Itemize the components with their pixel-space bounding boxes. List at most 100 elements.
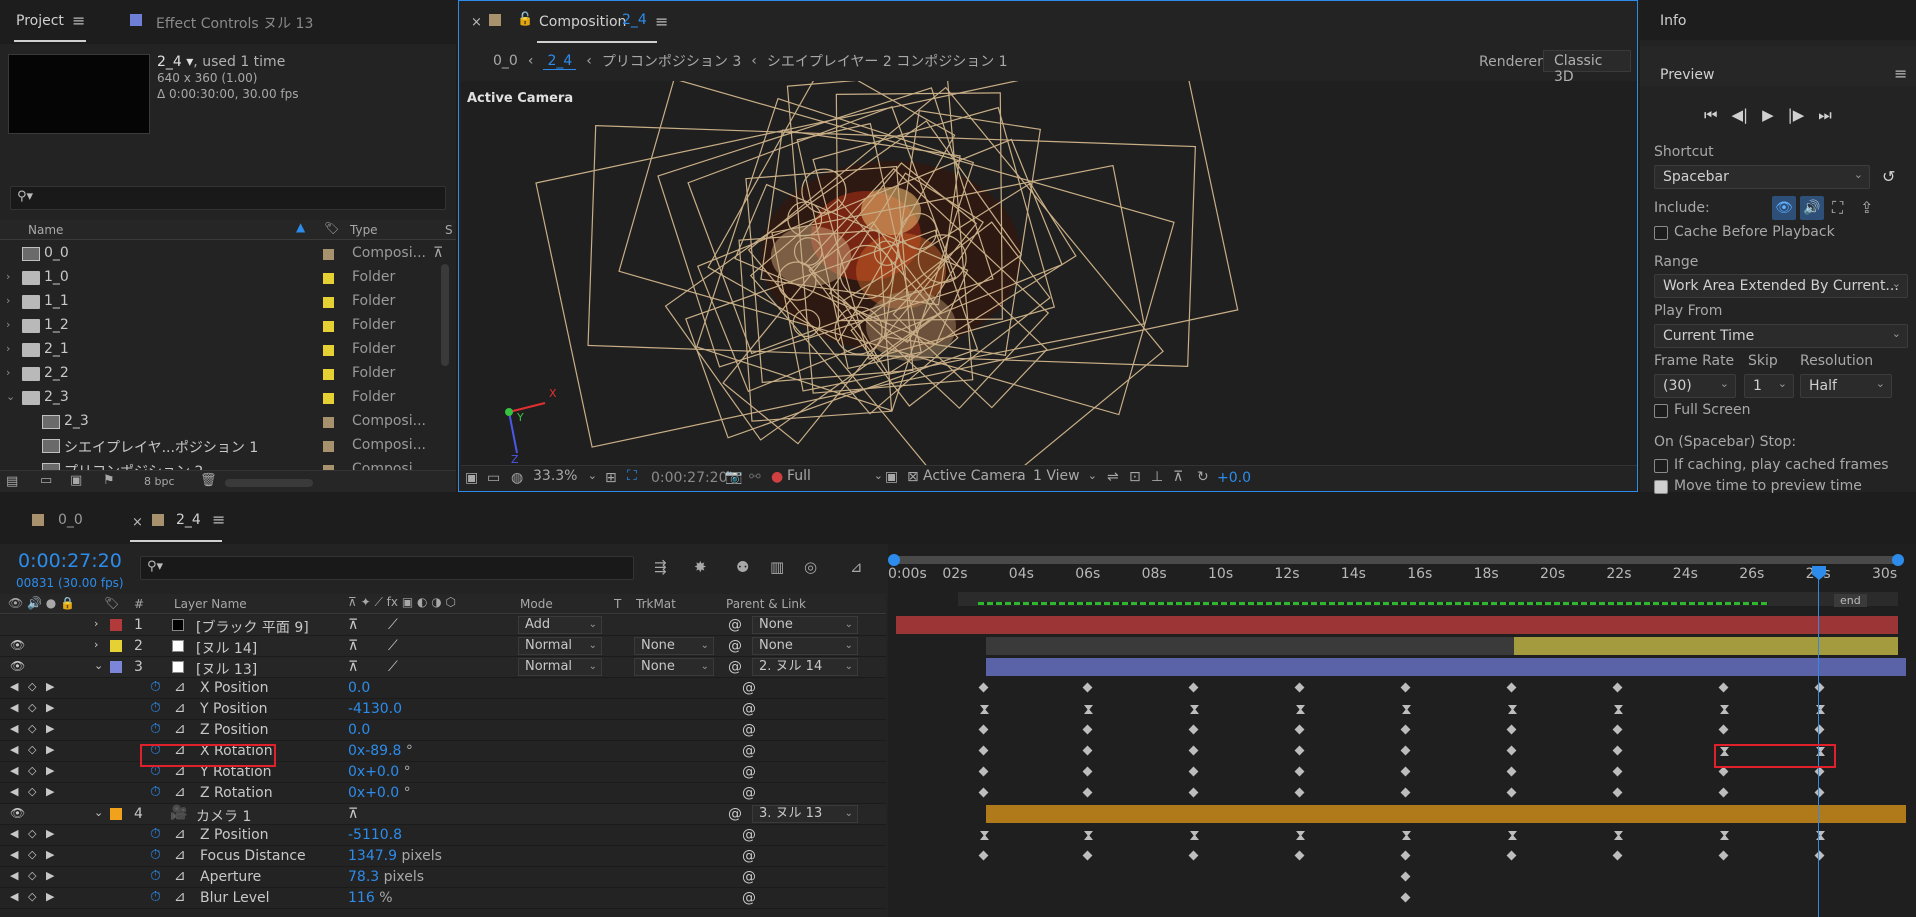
eye-icon[interactable]: 👁 [10,638,25,652]
pick-whip-icon[interactable]: @ [728,806,742,822]
keyframe[interactable] [1082,766,1093,777]
camera-dropdown[interactable]: Active Camera ⌄ [923,468,1027,488]
keyframe[interactable] [1400,682,1411,693]
shortcut-dropdown[interactable]: Spacebar ⌄ [1654,165,1870,189]
new-comp-icon[interactable]: ▣ [70,473,82,488]
shy-switch-icon[interactable]: ⊼ [348,617,358,633]
property-value-main[interactable]: 0x [348,764,365,780]
layer-row[interactable]: 👁 › 2 [ヌル 14] ⊼ ⟋ Normal ⌄ None ⌄ @ None ⌄ [0,636,886,657]
project-item[interactable]: 0_0 Composi... [0,242,440,266]
eye-icon[interactable]: 👁 [10,659,25,673]
include-overlays-icon[interactable]: ⛶ [1832,198,1843,218]
include-passthrough-icon[interactable]: ⇪ [1860,198,1873,217]
property-value-main[interactable]: 116 [348,890,375,906]
project-item[interactable]: 2_3 Composi... [0,410,440,434]
tab-composition-label[interactable]: Composition [539,14,626,30]
keyframe[interactable] [1400,871,1411,882]
next-keyframe-icon[interactable]: ▶ [46,722,54,735]
col-name[interactable]: Name [28,223,63,237]
crumb-3[interactable]: シエイプレイヤー 2 コンポジション 1 [767,51,1008,71]
keyframe[interactable] [1400,892,1411,903]
col-trkmat[interactable]: TrkMat [636,597,676,611]
keyframe[interactable] [1814,724,1825,735]
trkmat-dropdown[interactable]: None ⌄ [634,658,714,676]
crumb-0[interactable]: 0_0 [493,53,518,69]
panel-menu-icon[interactable]: ≡ [655,12,668,31]
property-value-main[interactable]: 0x [348,743,365,759]
range-dropdown[interactable]: Work Area Extended By Current... ⌄ [1654,274,1908,298]
parent-dropdown[interactable]: None ⌄ [752,616,858,634]
graph-icon[interactable]: ⊿ [174,784,186,800]
property-value[interactable]: 0.0 [348,722,370,738]
full-screen-checkbox[interactable] [1654,404,1668,418]
reset-exposure-icon[interactable]: ↻ [1197,469,1209,485]
fast-previews-icon[interactable]: ▣ [885,469,898,485]
previous-keyframe-icon[interactable]: ◀ [10,764,18,777]
project-item[interactable]: › 1_0 Folder [0,266,440,290]
crumb-1[interactable]: 2_4 [543,53,577,70]
tab-effect-controls[interactable]: Effect Controls ヌル 13 [156,13,313,33]
graph-icon[interactable]: ⊿ [174,700,186,716]
last-frame-icon[interactable]: ⏭ [1818,106,1832,124]
add-keyframe-icon[interactable]: ◇ [28,785,36,798]
play-from-dropdown[interactable]: Current Time ⌄ [1654,324,1908,348]
property-row[interactable]: ◀ ◇ ▶ ⏱ ⊿ Z Rotation 0x+0.0 ° @ [0,783,886,804]
keyframe[interactable] [980,831,989,840]
pick-whip-icon[interactable]: @ [728,617,742,633]
trash-icon[interactable]: 🗑 [200,473,217,488]
next-keyframe-icon[interactable]: ▶ [46,869,54,882]
keyframe[interactable] [1402,705,1411,714]
keyframe[interactable] [1508,705,1517,714]
project-item[interactable]: › 1_1 Folder [0,290,440,314]
label-color-swatch[interactable] [110,661,122,673]
property-value-sub[interactable]: +0.0 [365,785,399,801]
property-row[interactable]: ◀ ◇ ▶ ⏱ ⊿ X Rotation 0x-89.8 ° @ [0,741,886,762]
property-value[interactable]: 78.3 pixels [348,869,424,885]
label-color-swatch[interactable] [323,321,334,332]
property-value-main[interactable]: 0.0 [348,680,370,696]
pick-whip-icon[interactable]: @ [728,638,742,654]
previous-frame-icon[interactable]: ◀| [1732,106,1749,124]
quality-switch-icon[interactable]: ⟋ [388,659,398,675]
transparency-grid-icon[interactable]: ⊠ [907,469,919,485]
label-color-swatch[interactable] [323,297,334,308]
graph-icon[interactable]: ⊿ [174,826,186,842]
property-value[interactable]: 0x+0.0 ° [348,764,411,780]
mask-visibility-icon[interactable]: ◍ [511,470,523,486]
reset-icon[interactable]: ↺ [1882,167,1895,186]
property-value-main[interactable]: 1347.9 [348,848,397,864]
pick-whip-icon[interactable]: @ [742,785,756,801]
project-item[interactable]: シエイプレイヤ...ポジション 1 Composi... [0,434,440,458]
keyframe[interactable] [1402,831,1411,840]
keyframe[interactable] [1084,705,1093,714]
interpret-footage-icon[interactable]: ▤ [6,474,18,489]
add-keyframe-icon[interactable]: ◇ [28,764,36,777]
keyframe[interactable] [1614,705,1623,714]
keyframe[interactable] [1188,766,1199,777]
add-keyframe-icon[interactable]: ◇ [28,827,36,840]
keyframe[interactable] [1400,787,1411,798]
label-color-swatch[interactable] [323,441,334,452]
keyframe[interactable] [978,787,989,798]
layer-duration-bar[interactable] [1514,637,1898,655]
panel-menu-icon[interactable]: ≡ [1894,64,1907,83]
pick-whip-icon[interactable]: @ [742,827,756,843]
label-color-swatch[interactable] [110,808,122,820]
bpc-button[interactable]: 8 bpc [144,475,175,488]
layer-row[interactable]: 👁 ⌄ 3 [ヌル 13] ⊼ ⟋ Normal ⌄ None ⌄ @2. ヌル 14 ⌄ [0,657,886,678]
monitor-icon[interactable]: ▭ [487,470,500,486]
include-audio-toggle[interactable]: 🔊 [1800,196,1824,220]
chevron-right-icon[interactable]: › [94,617,98,630]
layer-name[interactable]: [ブラック 平面 9] [196,617,309,637]
pick-whip-icon[interactable]: @ [742,743,756,759]
property-row[interactable]: ◀ ◇ ▶ ⏱ ⊿ Focus Distance 1347.9 pixels @ [0,846,886,867]
previous-keyframe-icon[interactable]: ◀ [10,722,18,735]
previous-keyframe-icon[interactable]: ◀ [10,701,18,714]
panel-menu-icon[interactable]: ≡ [212,510,225,529]
keyframe[interactable] [1084,831,1093,840]
tab-info[interactable]: Info [1660,13,1687,29]
layer-duration-bar[interactable] [986,805,1906,823]
play-icon[interactable]: ▶ [1762,106,1774,124]
pick-whip-icon[interactable]: @ [742,701,756,717]
keyframe[interactable] [1294,850,1305,861]
